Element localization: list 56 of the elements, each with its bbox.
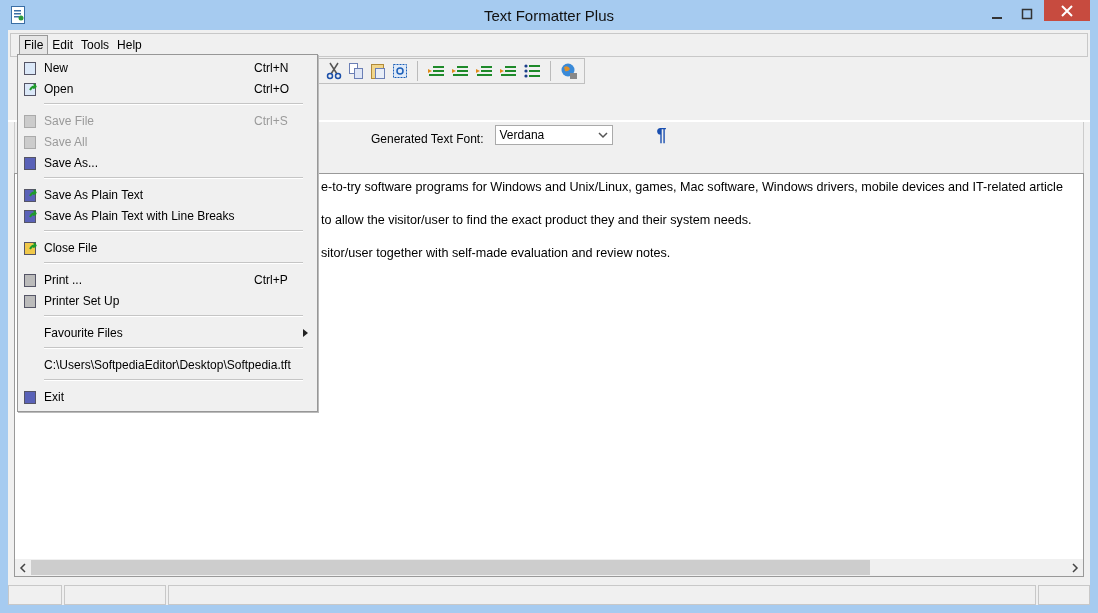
menu-entry[interactable]: Favourite Files	[18, 322, 317, 343]
menu-entry[interactable]: Open Ctrl+O	[18, 78, 317, 99]
menu-entry-label: Save As Plain Text	[44, 187, 144, 202]
menu-entry-label: Print ...	[44, 272, 82, 287]
menu-entry[interactable]: Exit	[18, 386, 317, 407]
menu-entry[interactable]: C:\Users\SoftpediaEditor\Desktop\Softpedia.tft	[18, 354, 317, 375]
menu-item[interactable]: Edit	[48, 36, 78, 54]
text-line: e-to-try software programs for Windows and Unix/Linux, games, Mac software, Windows drivers, mobile devices and IT-related article	[321, 179, 1064, 196]
text-box-icon[interactable]	[392, 62, 408, 80]
menu-entry[interactable]: Printer Set Up	[18, 290, 317, 311]
shortcut-label: Ctrl+P	[254, 272, 288, 287]
menu-entry-label: Save All	[44, 134, 88, 149]
close-icon	[1061, 4, 1073, 17]
globe-icon[interactable]	[560, 62, 578, 80]
app-icon	[11, 6, 25, 24]
status-panel	[8, 585, 62, 605]
window-title: Text Formatter Plus	[484, 7, 614, 24]
shortcut-label: Ctrl+N	[254, 60, 289, 75]
menu-entry-label: Exit	[44, 389, 64, 404]
menu-item[interactable]: Tools	[77, 36, 114, 54]
text-line: sitor/user together with self-made evaluation and review notes.	[321, 245, 672, 262]
close-button[interactable]	[1044, 0, 1090, 21]
horizontal-scrollbar[interactable]	[15, 559, 1083, 576]
menu-entry[interactable]: Save As Plain Text	[18, 184, 317, 205]
menu-entry-label: Printer Set Up	[44, 293, 120, 308]
bullet-list-icon[interactable]	[523, 62, 541, 80]
menu-entry[interactable]: New Ctrl+N	[18, 57, 317, 78]
scroll-right-icon[interactable]	[1071, 562, 1079, 573]
menu-entry-label: Save As...	[44, 155, 99, 170]
menu-item[interactable]: File	[19, 35, 49, 55]
scroll-left-icon[interactable]	[19, 562, 27, 573]
menu-entry-label: C:\Users\SoftpediaEditor\Desktop\Softpedia.tft	[44, 357, 291, 372]
text-line: to allow the visitor/user to find the exact product they and their system needs.	[321, 212, 753, 229]
pilcrow-button[interactable]: ¶	[656, 125, 667, 145]
menu-entry-label: Save As Plain Text with Line Breaks	[44, 208, 235, 223]
status-panel	[1038, 585, 1090, 605]
shortcut-label: Ctrl+S	[254, 113, 288, 128]
menu-entry[interactable]: Save As...	[18, 152, 317, 173]
menu-item[interactable]: Help	[113, 36, 146, 54]
menu-entry[interactable]: Close File	[18, 237, 317, 258]
paste-icon[interactable]	[370, 62, 386, 80]
menu-entry-label: Favourite Files	[44, 325, 123, 340]
document-icon	[22, 59, 38, 76]
menu-entry-label: Open	[44, 81, 74, 96]
menu-entry[interactable]: Print ... Ctrl+P	[18, 269, 317, 290]
menu-entry-label: Close File	[44, 240, 98, 255]
scissors-icon[interactable]	[326, 62, 342, 80]
menu-entry-label: Save File	[44, 113, 95, 128]
font-label: Generated Text Font:	[371, 132, 484, 146]
shortcut-label: Ctrl+O	[254, 81, 289, 96]
submenu-arrow-icon	[303, 328, 308, 337]
menu-entry-label: New	[44, 60, 68, 75]
font-dropdown[interactable]: Verdana	[494, 125, 613, 145]
menu-entry[interactable]: Save As Plain Text with Line Breaks	[18, 205, 317, 226]
chevron-down-icon	[597, 131, 608, 139]
copy-icon[interactable]	[348, 62, 364, 80]
